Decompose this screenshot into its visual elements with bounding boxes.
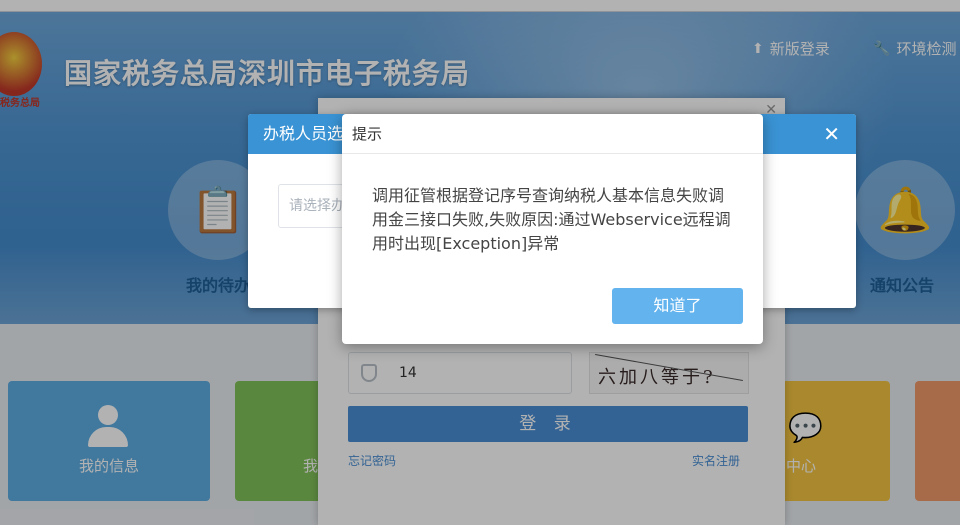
alert-title: 提示 (342, 114, 763, 154)
alert-message: 调用征管根据登记序号查询纳税人基本信息失败调用金三接口失败,失败原因:通过Web… (372, 186, 731, 253)
ok-button[interactable]: 知道了 (612, 288, 743, 324)
close-icon[interactable]: ✕ (823, 114, 840, 154)
alert-dialog: 提示 调用征管根据登记序号查询纳税人基本信息失败调用金三接口失败,失败原因:通过… (342, 114, 763, 344)
agent-dialog-title: 办税人员选 (263, 124, 344, 143)
